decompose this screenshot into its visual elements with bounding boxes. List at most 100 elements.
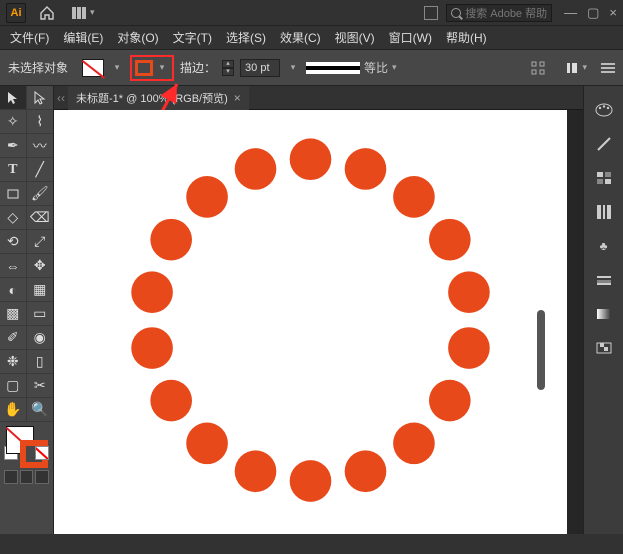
stroke-panel-icon[interactable]	[594, 270, 614, 290]
artwork-dot	[393, 423, 435, 465]
fill-dropdown[interactable]: ▾	[110, 59, 124, 77]
mesh-tool[interactable]: ▩	[0, 302, 27, 326]
align-panel-icon[interactable]	[531, 61, 545, 75]
artwork-dot	[235, 148, 277, 190]
chevron-down-icon: ▾	[90, 7, 95, 18]
eraser-tool[interactable]: ⌫	[27, 206, 54, 230]
pen-tool[interactable]: ✒	[0, 134, 27, 158]
swatches-panel-icon[interactable]	[594, 168, 614, 188]
brush-profile-preview	[306, 62, 360, 74]
menu-bar: 文件(F) 编辑(E) 对象(O) 文字(T) 选择(S) 效果(C) 视图(V…	[0, 26, 623, 50]
symbols-panel-icon[interactable]: ♣	[594, 236, 614, 256]
stroke-dropdown[interactable]: ▾	[155, 59, 169, 77]
help-search-placeholder: 搜索 Adobe 帮助	[465, 5, 547, 21]
artwork-ring-of-dots	[54, 110, 567, 534]
status-bar	[0, 534, 623, 554]
brushes-panel-icon[interactable]	[594, 202, 614, 222]
window-close-button[interactable]: ×	[609, 5, 617, 21]
artwork-dot	[429, 380, 471, 422]
brush-profile[interactable]: 等比 ▾	[306, 59, 397, 76]
menu-select[interactable]: 选择(S)	[226, 29, 266, 46]
color-panel-icon[interactable]	[594, 100, 614, 120]
arrange-documents-button[interactable]: ▾	[72, 7, 95, 19]
right-panel-dock: ♣	[583, 86, 623, 534]
document-title: 未标题-1* @ 100% (RGB/预览)	[76, 90, 228, 106]
slice-tool[interactable]: ✂	[27, 374, 54, 398]
direct-selection-tool[interactable]	[27, 86, 54, 110]
paintbrush-tool[interactable]: 🖌	[27, 182, 54, 206]
toolbox: ✧ ⌇ ✒ 〰 T ╱ 🖌 ◇ ⌫ ⟲ ⤢ ⇔ ✥ ◐ ▦ ▩ ▭ ✐ ◉ ❉ …	[0, 86, 54, 534]
zoom-tool[interactable]: 🔍	[27, 398, 54, 422]
window-minimize-button[interactable]: —	[564, 5, 577, 21]
lasso-tool[interactable]: ⌇	[27, 110, 54, 134]
artwork-dot	[429, 219, 471, 261]
menu-window[interactable]: 窗口(W)	[389, 29, 432, 46]
artwork-dot	[235, 450, 277, 492]
magic-wand-tool[interactable]: ✧	[0, 110, 27, 134]
shape-builder-tool[interactable]: ◐	[0, 278, 27, 302]
artwork-dot	[345, 148, 387, 190]
width-tool[interactable]: ⇔	[0, 254, 27, 278]
menu-edit[interactable]: 编辑(E)	[63, 29, 103, 46]
artwork-dot	[131, 327, 173, 369]
menu-effect[interactable]: 效果(C)	[280, 29, 321, 46]
blend-tool[interactable]: ◉	[27, 326, 54, 350]
tab-scroll-left[interactable]: ‹‹	[54, 91, 68, 105]
control-bar: 未选择对象 ▾ ▾ 描边： ▴▾ 30 pt ▾ 等比 ▾ ▾	[0, 50, 623, 86]
stroke-weight-dropdown[interactable]: ▾	[286, 59, 300, 77]
stroke-swatch[interactable]	[135, 60, 153, 76]
artwork-dot	[290, 460, 332, 502]
app-logo: Ai	[6, 3, 26, 23]
line-segment-tool[interactable]: ╱	[27, 158, 54, 182]
shaper-tool[interactable]: ◇	[0, 206, 27, 230]
stroke-weight-spinner[interactable]: ▴▾	[222, 60, 234, 76]
perspective-grid-tool[interactable]: ▦	[27, 278, 54, 302]
menu-type[interactable]: 文字(T)	[173, 29, 212, 46]
scale-tool[interactable]: ⤢	[27, 230, 54, 254]
color-guide-panel-icon[interactable]	[594, 134, 614, 154]
artwork-dot	[186, 176, 228, 218]
symbol-sprayer-tool[interactable]: ❉	[0, 350, 27, 374]
artwork-dot	[290, 138, 332, 180]
brush-profile-label: 等比	[364, 59, 388, 76]
eyedropper-tool[interactable]: ✐	[0, 326, 27, 350]
fill-swatch[interactable]	[82, 59, 104, 77]
title-bar: Ai ▾ 搜索 Adobe 帮助 — ▢ ×	[0, 0, 623, 26]
rectangle-tool[interactable]	[0, 182, 27, 206]
menu-view[interactable]: 视图(V)	[335, 29, 375, 46]
vertical-scrollbar[interactable]	[537, 310, 545, 390]
artwork-dot	[448, 271, 490, 313]
document-tab[interactable]: 未标题-1* @ 100% (RGB/预览) ×	[68, 86, 249, 110]
gradient-tool[interactable]: ▭	[27, 302, 54, 326]
hand-tool[interactable]: ✋	[0, 398, 27, 422]
menu-help[interactable]: 帮助(H)	[446, 29, 487, 46]
artwork-dot	[393, 176, 435, 218]
tab-close-icon[interactable]: ×	[234, 91, 241, 105]
stroke-swatch-highlight: ▾	[130, 55, 174, 81]
type-tool[interactable]: T	[0, 158, 27, 182]
transparency-panel-icon[interactable]	[594, 338, 614, 358]
rotate-tool[interactable]: ⟲	[0, 230, 27, 254]
selection-status: 未选择对象	[8, 59, 68, 76]
free-transform-tool[interactable]: ✥	[27, 254, 54, 278]
artwork-dot	[150, 219, 192, 261]
document-setup-icon[interactable]	[424, 6, 438, 20]
home-button[interactable]	[36, 3, 58, 23]
color-mode-none[interactable]	[35, 446, 49, 460]
control-menu-icon[interactable]	[601, 63, 615, 73]
curvature-tool[interactable]: 〰	[27, 134, 54, 158]
selection-tool[interactable]	[0, 86, 27, 110]
preferences-button[interactable]: ▾	[565, 61, 587, 75]
artboard-tool[interactable]: ▢	[0, 374, 27, 398]
chevron-down-icon: ▾	[392, 62, 397, 73]
artwork-dot	[131, 271, 173, 313]
window-restore-button[interactable]: ▢	[587, 5, 599, 21]
gradient-panel-icon[interactable]	[594, 304, 614, 324]
help-search[interactable]: 搜索 Adobe 帮助	[446, 4, 552, 22]
menu-object[interactable]: 对象(O)	[117, 29, 158, 46]
menu-file[interactable]: 文件(F)	[10, 29, 49, 46]
column-graph-tool[interactable]: ▯	[27, 350, 54, 374]
stroke-weight-input[interactable]: 30 pt	[240, 59, 280, 77]
artwork-dot	[448, 327, 490, 369]
artboard[interactable]	[54, 110, 567, 534]
